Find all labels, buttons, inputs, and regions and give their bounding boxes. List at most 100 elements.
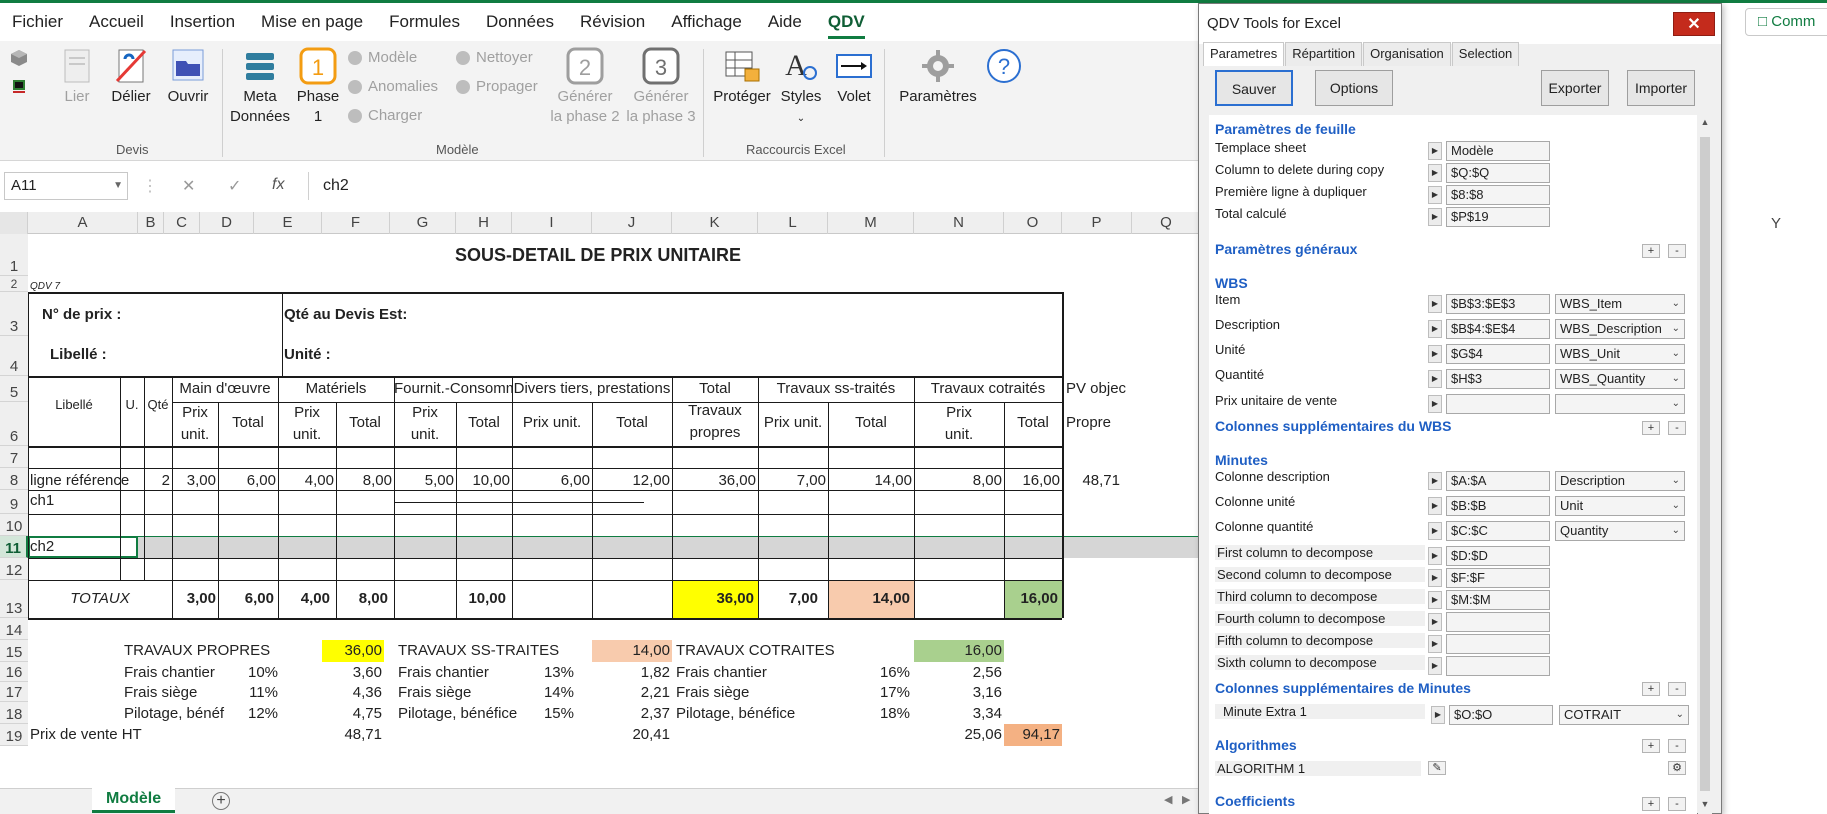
collapse-icon[interactable]: - bbox=[1668, 739, 1686, 753]
colonne-description-select[interactable]: Description ⌄ bbox=[1555, 471, 1685, 491]
chevron-up-icon[interactable]: ▲ bbox=[1698, 117, 1712, 131]
row-header[interactable]: 14 bbox=[0, 618, 28, 640]
tp-amount[interactable]: 3,60 bbox=[322, 664, 382, 682]
pv-total-value[interactable]: 94,17 bbox=[1004, 726, 1060, 744]
pilotage-label[interactable]: Pilotage, bénéfice bbox=[676, 705, 795, 723]
row-header[interactable]: 3 bbox=[0, 292, 28, 336]
total-value[interactable]: 14,00 bbox=[828, 590, 910, 608]
hdr-unit[interactable]: unit. bbox=[394, 426, 456, 444]
minute-extra-input[interactable]: $O:$O bbox=[1449, 705, 1553, 725]
frais-siege-label[interactable]: Frais siège bbox=[676, 684, 749, 702]
tab-accueil[interactable]: Accueil bbox=[89, 6, 144, 38]
row-header[interactable]: 16 bbox=[0, 662, 28, 682]
arrow-icon[interactable]: ▶ bbox=[1428, 370, 1442, 388]
tss-amount[interactable]: 2,37 bbox=[592, 705, 670, 723]
row-header-selected[interactable]: 11 bbox=[0, 536, 28, 558]
row-header[interactable]: 2 bbox=[0, 276, 28, 292]
frais-chantier-label[interactable]: Frais chantier bbox=[398, 664, 489, 682]
delier-button[interactable]: Délier bbox=[106, 47, 156, 107]
tab-selection[interactable]: Selection bbox=[1451, 42, 1520, 66]
arrow-icon[interactable]: ▶ bbox=[1428, 164, 1442, 182]
hdr-prix[interactable]: Prix bbox=[278, 404, 336, 422]
hdr-divers[interactable]: Divers tiers, prestations bbox=[512, 380, 672, 398]
column-header[interactable]: A bbox=[28, 212, 138, 234]
ref-value[interactable]: 48,71 bbox=[1064, 472, 1120, 490]
wbs-item-input[interactable]: $B$3:$E$3 bbox=[1446, 294, 1550, 314]
hdr-prix[interactable]: Prix bbox=[172, 404, 218, 422]
row-header[interactable]: 9 bbox=[0, 490, 28, 514]
prix-unitaire-input[interactable] bbox=[1446, 394, 1550, 414]
total-value[interactable]: 10,00 bbox=[456, 590, 506, 608]
tc-value[interactable]: 16,00 bbox=[914, 642, 1002, 660]
parametres-button[interactable]: Paramètres bbox=[896, 47, 980, 107]
qte-devis-label[interactable]: Qté au Devis Est: bbox=[284, 306, 407, 324]
wbs-quantity-input[interactable]: $H$3 bbox=[1446, 369, 1550, 389]
hdr-ss-traites[interactable]: Travaux ss-traités bbox=[758, 380, 914, 398]
column-header[interactable]: O bbox=[1004, 212, 1062, 234]
row-header[interactable]: 10 bbox=[0, 514, 28, 536]
pv-value[interactable]: 48,71 bbox=[322, 726, 382, 744]
tp-pct[interactable]: 11% bbox=[248, 684, 278, 702]
template-sheet-input[interactable]: Modèle bbox=[1446, 141, 1550, 161]
hdr-fournit[interactable]: Fournit.-Consomm bbox=[394, 380, 512, 398]
tab-donnees[interactable]: Données bbox=[486, 6, 554, 38]
arrow-icon[interactable]: ▶ bbox=[1428, 591, 1442, 609]
row-header[interactable]: 1 bbox=[0, 234, 28, 276]
row-header[interactable]: 8 bbox=[0, 468, 28, 490]
hdr-pv-objectif[interactable]: PV objec bbox=[1066, 380, 1132, 398]
row-ch1[interactable]: ch1 bbox=[30, 492, 54, 510]
colonne-unite-input[interactable]: $B:$B bbox=[1446, 496, 1550, 516]
tss-label[interactable]: TRAVAUX SS-TRAITES bbox=[398, 642, 559, 660]
wbs-description-select[interactable]: WBS_Description ⌄ bbox=[1555, 319, 1685, 339]
function-icon[interactable]: fx bbox=[272, 176, 284, 194]
total-value[interactable]: 36,00 bbox=[672, 590, 754, 608]
tss-pct[interactable]: 14% bbox=[540, 684, 574, 702]
cancel-icon[interactable]: ✕ bbox=[182, 176, 195, 196]
tss-pct[interactable]: 15% bbox=[540, 705, 574, 723]
tab-aide[interactable]: Aide bbox=[768, 6, 802, 38]
lier-button[interactable]: Lier bbox=[52, 47, 102, 107]
wbs-description-input[interactable]: $B$4:$E$4 bbox=[1446, 319, 1550, 339]
hdr-qte[interactable]: Qté bbox=[144, 396, 172, 414]
arrow-icon[interactable]: ▶ bbox=[1428, 569, 1442, 587]
scrollbar-thumb[interactable] bbox=[1700, 137, 1710, 791]
prix-unitaire-select[interactable]: ⌄ bbox=[1555, 394, 1685, 414]
bug-icon[interactable] bbox=[10, 77, 28, 95]
colonne-unite-select[interactable]: Unit ⌄ bbox=[1555, 496, 1685, 516]
expand-icon[interactable]: + bbox=[1642, 421, 1660, 435]
tp-pct[interactable]: 10% bbox=[248, 664, 278, 682]
expand-icon[interactable]: + bbox=[1642, 739, 1660, 753]
colonne-quantite-input[interactable]: $C:$C bbox=[1446, 521, 1550, 541]
decompose-input[interactable] bbox=[1446, 656, 1550, 676]
tab-qdv[interactable]: QDV bbox=[827, 6, 865, 39]
hdr-total[interactable]: Total bbox=[1004, 414, 1062, 432]
collapse-icon[interactable]: - bbox=[1668, 421, 1686, 435]
tp-amount[interactable]: 4,36 bbox=[322, 684, 382, 702]
propager-button[interactable]: Propager bbox=[456, 78, 538, 95]
tab-affichage[interactable]: Affichage bbox=[671, 6, 742, 38]
hdr-total-bot[interactable]: propres bbox=[672, 424, 758, 442]
arrow-icon[interactable]: ▶ bbox=[1428, 497, 1442, 515]
anomalies-button[interactable]: Anomalies bbox=[348, 78, 438, 95]
tss-pct[interactable]: 13% bbox=[540, 664, 574, 682]
comments-button[interactable]: □ Comm bbox=[1745, 8, 1827, 36]
tc-label[interactable]: TRAVAUX COTRAITES bbox=[676, 642, 835, 660]
charger-button[interactable]: Charger bbox=[348, 107, 422, 124]
arrow-icon[interactable]: ▶ bbox=[1428, 142, 1442, 160]
hdr-main-oeuvre[interactable]: Main d'œuvre bbox=[172, 380, 278, 398]
row-header[interactable]: 5 bbox=[0, 376, 28, 402]
nettoyer-button[interactable]: Nettoyer bbox=[456, 49, 533, 66]
formula-input[interactable]: ch2 bbox=[308, 172, 1198, 200]
total-value[interactable]: 4,00 bbox=[278, 590, 330, 608]
pv-ht-label[interactable]: Prix de vente HT bbox=[30, 726, 142, 744]
arrow-icon[interactable]: ▶ bbox=[1428, 547, 1442, 565]
column-header[interactable]: H bbox=[456, 212, 512, 234]
tab-insertion[interactable]: Insertion bbox=[170, 6, 235, 38]
tss-value[interactable]: 14,00 bbox=[592, 642, 670, 660]
tp-pct[interactable]: 12% bbox=[248, 705, 278, 723]
importer-button[interactable]: Importer bbox=[1627, 70, 1695, 106]
pv-value[interactable]: 25,06 bbox=[914, 726, 1002, 744]
collapse-icon[interactable]: - bbox=[1668, 797, 1686, 811]
volet-button[interactable]: Volet bbox=[830, 47, 878, 107]
hdr-unit[interactable]: unit. bbox=[914, 426, 1004, 444]
